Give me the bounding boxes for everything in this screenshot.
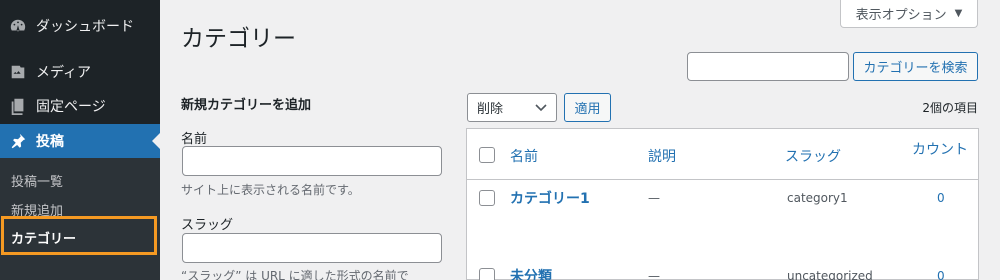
sidebar-item-dashboard[interactable]: ダッシュボード <box>0 9 160 43</box>
name-description: サイト上に表示される名前です。 <box>181 183 360 197</box>
submenu-item-all-posts[interactable]: 投稿一覧 <box>11 171 63 190</box>
row-name-link[interactable]: カテゴリー1 <box>510 188 590 208</box>
column-header-count[interactable]: カウント <box>912 139 968 159</box>
row-description: — <box>648 191 660 205</box>
row-slug: category1 <box>787 191 848 205</box>
search-input[interactable] <box>687 52 849 81</box>
highlight-outline <box>1 216 157 255</box>
row-description: — <box>648 269 660 280</box>
sidebar-item-label: 固定ページ <box>36 99 106 115</box>
row-slug: uncategorized <box>787 269 873 280</box>
screen-options-button[interactable]: 表示オプション ▼ <box>840 0 978 28</box>
column-header-slug[interactable]: スラッグ <box>785 146 841 166</box>
sidebar-item-label: メディア <box>36 65 92 81</box>
bulk-action-select[interactable]: 削除 <box>467 93 557 122</box>
column-header-name[interactable]: 名前 <box>510 146 538 166</box>
row-checkbox[interactable] <box>479 190 495 206</box>
media-icon <box>0 63 36 81</box>
pin-icon <box>0 132 36 150</box>
dashboard-icon <box>0 17 36 35</box>
row-count-link[interactable]: 0 <box>937 269 945 280</box>
row-name-link[interactable]: 未分類 <box>510 266 552 280</box>
select-all-checkbox[interactable] <box>479 147 495 163</box>
header-divider <box>467 179 978 180</box>
slug-label: スラッグ <box>181 218 234 233</box>
sidebar-item-label: ダッシュボード <box>36 19 134 35</box>
chevron-down-icon <box>535 104 547 112</box>
page-title: カテゴリー <box>181 26 296 52</box>
sidebar-item-posts[interactable]: 投稿 <box>0 124 160 158</box>
row-checkbox[interactable] <box>479 268 495 280</box>
item-count: 2個の項目 <box>922 101 978 115</box>
slug-field[interactable] <box>182 233 442 263</box>
add-category-heading: 新規カテゴリーを追加 <box>181 98 312 113</box>
active-indicator <box>152 133 160 149</box>
search-categories-button[interactable]: カテゴリーを検索 <box>853 52 978 81</box>
sidebar-item-label: 投稿 <box>36 134 64 150</box>
apply-button[interactable]: 適用 <box>564 93 611 122</box>
slug-description: “スラッグ” は URL に適した形式の名前で <box>181 269 409 280</box>
page-icon <box>0 97 36 115</box>
column-header-description[interactable]: 説明 <box>648 146 676 166</box>
name-field[interactable] <box>182 146 442 176</box>
name-label: 名前 <box>181 132 208 147</box>
screen-options-label: 表示オプション <box>855 8 947 23</box>
bulk-action-value: 削除 <box>477 102 504 117</box>
row-count-link[interactable]: 0 <box>937 191 945 205</box>
caret-down-icon: ▼ <box>954 8 963 19</box>
sidebar-item-media[interactable]: メディア <box>0 55 160 89</box>
sidebar-item-pages[interactable]: 固定ページ <box>0 89 160 123</box>
categories-table: 名前 説明 スラッグ カウント カテゴリー1 — category1 0 未分類… <box>466 128 979 280</box>
admin-sidebar: ダッシュボード メディア 固定ページ 投稿 投稿一覧 新規追加 カテゴリー <box>0 0 160 280</box>
